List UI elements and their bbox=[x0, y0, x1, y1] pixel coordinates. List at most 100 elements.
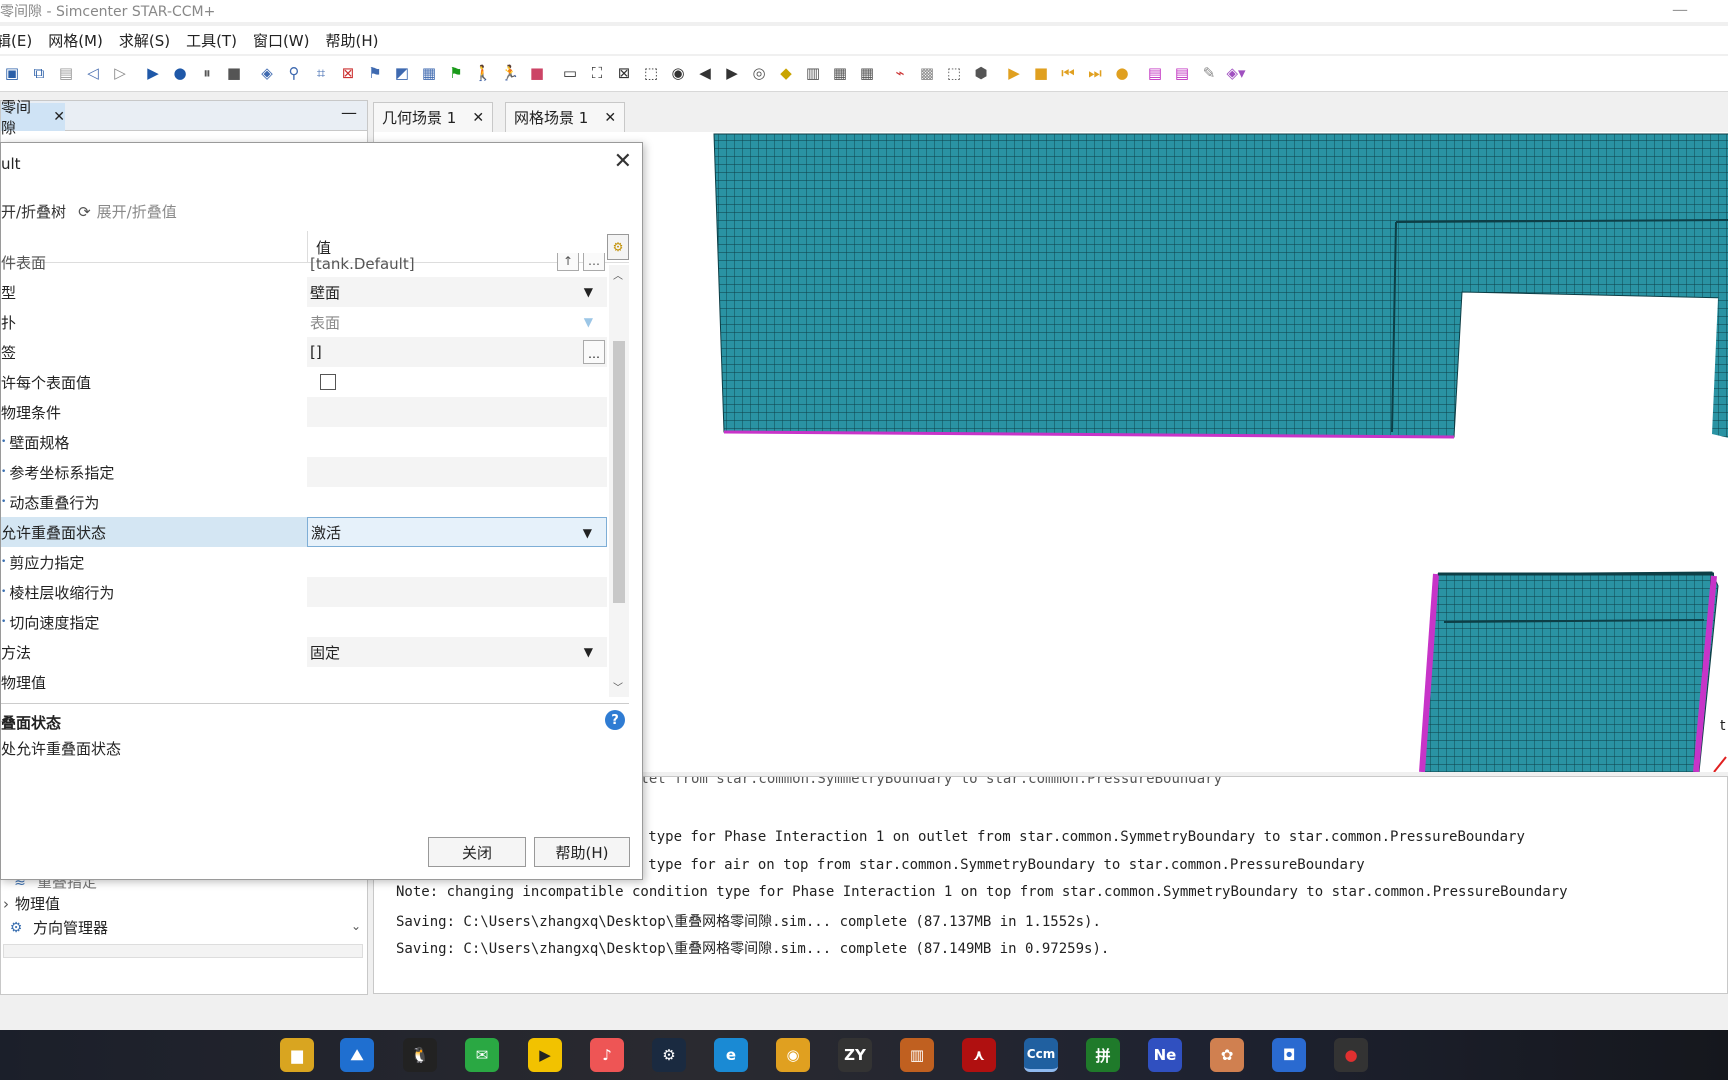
menu-tools[interactable]: 工具(T) bbox=[186, 30, 237, 51]
filter-icon[interactable]: ⚲ bbox=[284, 64, 304, 84]
paint-icon[interactable]: ✿ bbox=[1210, 1038, 1244, 1072]
property-row-reference-frame[interactable]: • 参考坐标系指定 bbox=[1, 457, 607, 487]
zoom-box-icon[interactable]: ⊠ bbox=[614, 64, 634, 84]
horizontal-scrollbar[interactable] bbox=[3, 944, 363, 958]
camera-icon[interactable]: ◉ bbox=[668, 64, 688, 84]
close-icon[interactable]: ✕ bbox=[604, 110, 616, 126]
mesh-icon[interactable]: ◈ bbox=[257, 64, 277, 84]
photos-icon[interactable]: ⛰ bbox=[340, 1038, 374, 1072]
steam-icon[interactable]: ⚙ bbox=[652, 1038, 686, 1072]
close-icon[interactable]: ✕ bbox=[53, 109, 65, 125]
scrollbar-thumb[interactable] bbox=[613, 341, 625, 603]
pin-icon[interactable]: ✎ bbox=[1199, 64, 1219, 84]
menu-help[interactable]: 帮助(H) bbox=[326, 30, 379, 51]
type-dropdown[interactable]: 壁面 ▼ bbox=[307, 277, 607, 307]
play-icon[interactable]: ▶ bbox=[1004, 64, 1024, 84]
grid-icon[interactable]: ▦ bbox=[419, 64, 439, 84]
pause-icon[interactable]: ⏸ bbox=[197, 64, 217, 84]
walk-icon[interactable]: 🚶 bbox=[473, 64, 493, 84]
sim-tab[interactable]: 零间隙 ✕ bbox=[1, 98, 65, 137]
allow-per-surface-checkbox[interactable] bbox=[320, 374, 336, 390]
scene-icon[interactable]: ▭ bbox=[560, 64, 580, 84]
tree-item-orientation-manager[interactable]: ⚙ 方向管理器 bbox=[7, 917, 108, 938]
menu-solve[interactable]: 求解(S) bbox=[119, 30, 170, 51]
record-icon[interactable]: ● bbox=[170, 64, 190, 84]
ellipsis-button[interactable]: … bbox=[583, 340, 605, 364]
chrome-icon[interactable]: ◉ bbox=[776, 1038, 810, 1072]
split-icon[interactable]: ⚑ bbox=[365, 64, 385, 84]
tree-item-physics-values[interactable]: › 物理值 bbox=[3, 893, 60, 914]
save-sim-icon[interactable]: ▣ bbox=[2, 64, 22, 84]
property-row-allow-per-surface[interactable]: 许每个表面值 bbox=[1, 367, 607, 397]
file-icon[interactable]: ▤ bbox=[56, 64, 76, 84]
close-icon[interactable]: ✕ bbox=[472, 110, 484, 126]
property-row-physics-conditions[interactable]: 物理条件 bbox=[1, 397, 607, 427]
grid-options-button[interactable]: ⚙ bbox=[607, 234, 629, 260]
acrobat-icon[interactable]: ⋏ bbox=[962, 1038, 996, 1072]
qq-icon[interactable]: 🐧 bbox=[403, 1038, 437, 1072]
forward-icon[interactable]: ▷ bbox=[110, 64, 130, 84]
property-row-prism-layer[interactable]: • 棱柱层收缩行为 bbox=[1, 577, 607, 607]
ellipsis-button[interactable]: … bbox=[583, 253, 605, 271]
property-row-tangential-velocity[interactable]: • 切向速度指定 bbox=[1, 607, 607, 637]
property-row-tags[interactable]: 签 [] … bbox=[1, 337, 607, 367]
property-row-shear-stress[interactable]: • 剪应力指定 bbox=[1, 547, 607, 577]
expand-tree-button[interactable]: 开/折叠树 bbox=[1, 201, 66, 222]
ne-icon[interactable]: Ne bbox=[1148, 1038, 1182, 1072]
copy-icon[interactable]: ⧉ bbox=[29, 64, 49, 84]
run-man-icon[interactable]: 🏃 bbox=[500, 64, 520, 84]
plane-icon[interactable]: ◆ bbox=[776, 64, 796, 84]
edge-icon[interactable]: e bbox=[714, 1038, 748, 1072]
arrow-left-icon[interactable]: ◀ bbox=[695, 64, 715, 84]
tab-mesh-scene[interactable]: 网格场景 1 ✕ bbox=[505, 102, 626, 132]
stop2-icon[interactable]: ■ bbox=[1031, 64, 1051, 84]
overlap-state-dropdown[interactable]: 激活 ▼ bbox=[307, 517, 607, 547]
menu-edit[interactable]: 辑(E) bbox=[0, 30, 32, 51]
pick2-icon[interactable]: ⬢ bbox=[971, 64, 991, 84]
property-row-topology[interactable]: 扑 表面 ▼ bbox=[1, 307, 607, 337]
table-icon[interactable]: ▦ bbox=[830, 64, 850, 84]
arrow-right-icon[interactable]: ▶ bbox=[722, 64, 742, 84]
property-row-part-surfaces[interactable]: 件表面 [tank.Default] ↑ … bbox=[1, 253, 607, 273]
property-value[interactable]: [tank.Default] ↑ … bbox=[307, 253, 607, 273]
stop-icon[interactable]: ■ bbox=[224, 64, 244, 84]
property-row-method[interactable]: 方法 固定 ▼ bbox=[1, 637, 607, 667]
dialog-close-button[interactable]: ✕ bbox=[614, 149, 632, 174]
back-icon[interactable]: ◁ bbox=[83, 64, 103, 84]
stop-red-icon[interactable]: ■ bbox=[527, 64, 547, 84]
mail-icon[interactable]: ◘ bbox=[1272, 1038, 1306, 1072]
chinese-input-icon[interactable]: 拼 bbox=[1086, 1038, 1120, 1072]
plot-icon[interactable]: ⌁ bbox=[890, 64, 910, 84]
run-icon[interactable]: ▶ bbox=[143, 64, 163, 84]
starccm-icon[interactable]: Ccm bbox=[1024, 1038, 1058, 1072]
zy-icon[interactable]: ZY bbox=[838, 1038, 872, 1072]
step-fwd-icon[interactable]: ⏭ bbox=[1085, 64, 1105, 84]
tab-geometry-scene[interactable]: 几何场景 1 ✕ bbox=[373, 102, 494, 132]
lalal-icon[interactable]: ♪ bbox=[590, 1038, 624, 1072]
method-dropdown[interactable]: 固定 ▼ bbox=[307, 637, 607, 667]
rotate-icon[interactable]: ◎ bbox=[749, 64, 769, 84]
help-icon[interactable]: ? bbox=[605, 710, 625, 730]
pane-minimize-button[interactable]: — bbox=[341, 103, 357, 122]
cube-icon[interactable]: ◈▾ bbox=[1226, 64, 1246, 84]
file-explorer-icon[interactable]: ▆ bbox=[280, 1038, 314, 1072]
tags-field[interactable]: [] … bbox=[307, 337, 607, 367]
layout-icon[interactable]: ▤ bbox=[1145, 64, 1165, 84]
property-grid-scrollbar[interactable]: ︿ ﹀ bbox=[609, 265, 629, 697]
topology-dropdown[interactable]: 表面 ▼ bbox=[307, 307, 607, 337]
chevron-up-icon[interactable]: ︿ bbox=[613, 267, 623, 282]
surface-icon[interactable]: ◩ bbox=[392, 64, 412, 84]
pick-icon[interactable]: ⬚ bbox=[944, 64, 964, 84]
menu-window[interactable]: 窗口(W) bbox=[253, 30, 310, 51]
ruler-icon[interactable]: ▥ bbox=[803, 64, 823, 84]
wechat-icon[interactable]: ✉ bbox=[465, 1038, 499, 1072]
close-button[interactable]: 关闭 bbox=[428, 837, 526, 867]
layout2-icon[interactable]: ▤ bbox=[1172, 64, 1192, 84]
record2-icon[interactable]: ● bbox=[1112, 64, 1132, 84]
record-icon[interactable]: ● bbox=[1334, 1038, 1368, 1072]
property-row-dynamic-overlap[interactable]: • 动态重叠行为 bbox=[1, 487, 607, 517]
help-button[interactable]: 帮助(H) bbox=[534, 837, 630, 867]
fit-icon[interactable]: ⛶ bbox=[587, 64, 607, 84]
mesh2-icon[interactable]: ▩ bbox=[917, 64, 937, 84]
delete-boundary-icon[interactable]: ⊠ bbox=[338, 64, 358, 84]
